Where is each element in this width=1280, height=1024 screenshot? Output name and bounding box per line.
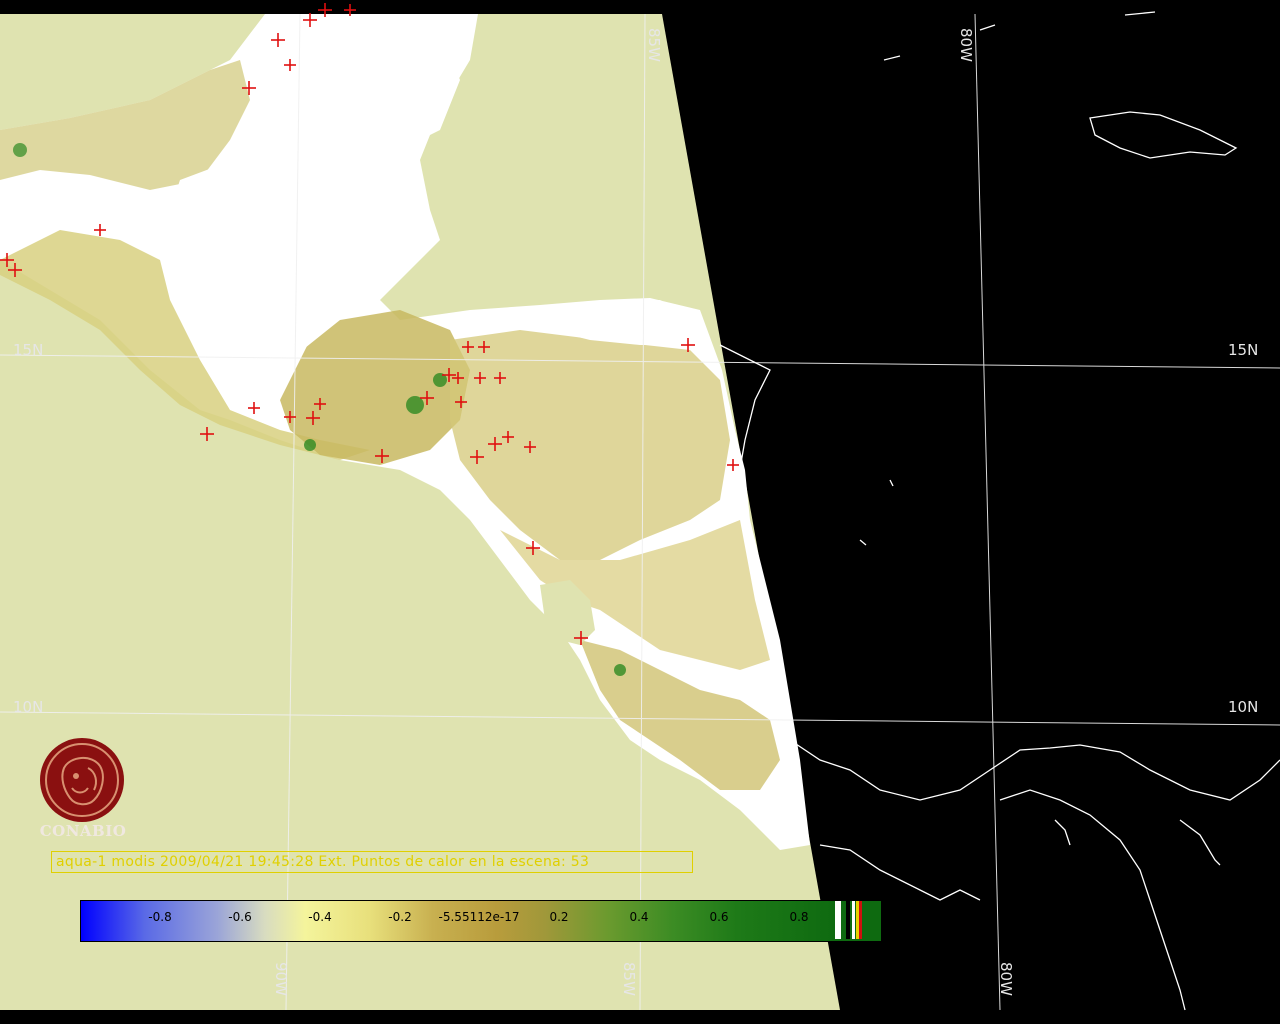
colorbar-tick-label: -0.6 [228,910,252,924]
label-lat-10-left: 10N [13,698,44,716]
label-lat-10-right: 10N [1228,698,1259,716]
label-lat-15-right: 15N [1228,341,1259,359]
green-patch [614,664,626,676]
green-patch [304,439,316,451]
label-lon-85-bottom: 85W [620,962,638,996]
colorbar-end-white2 [852,901,855,939]
colorbar-end-black [846,901,850,939]
label-lat-15-left: 15N [13,341,44,359]
colorbar-tick-label: 0.4 [629,910,649,924]
colorbar-tick-label: -0.4 [308,910,332,924]
label-lon-80-top: 80W [957,28,975,62]
colorbar-tick-label: -0.2 [388,910,412,924]
green-patch [13,143,27,157]
logo-text: CONABIO [39,822,127,840]
label-lon-90-bottom: 90W [272,962,290,996]
colorbar-tick-label: -0.8 [148,910,172,924]
colorbar-tick-label: 0.6 [709,910,729,924]
colorbar-tick-label: 0.8 [789,910,809,924]
colorbar-tick-label: -5.55112e-17 [438,910,520,924]
label-lon-80-bottom: 80W [997,962,1015,996]
colorbar-end-red [859,901,862,939]
label-lon-85-top: 85W [645,28,663,62]
scene-caption: aqua-1 modis 2009/04/21 19:45:28 Ext. Pu… [51,851,693,873]
colorbar-end-white [835,901,841,939]
colorbar-tick-label: 0.2 [549,910,569,924]
